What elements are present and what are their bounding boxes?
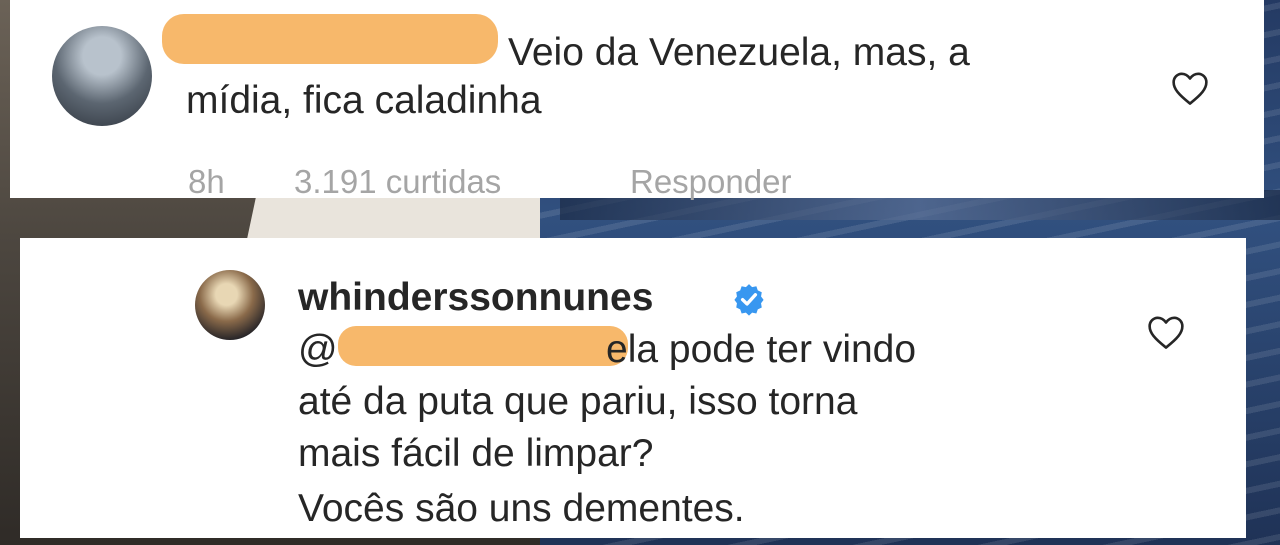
reply-text-line3: mais fácil de limpar? xyxy=(298,432,654,475)
redacted-mention xyxy=(338,326,628,366)
reply-text-line1: ela pode ter vindo xyxy=(606,328,917,371)
redacted-username xyxy=(162,14,498,64)
avatar[interactable] xyxy=(195,270,265,340)
reply-text-line2: até da puta que pariu, isso torna xyxy=(298,380,858,423)
avatar[interactable] xyxy=(52,26,152,126)
mention-prefix[interactable]: @ xyxy=(298,324,338,376)
comment-card-2: whinderssonnunes @ ela pode ter vindo at… xyxy=(20,238,1246,538)
comment-likes[interactable]: 3.191 curtidas xyxy=(294,162,501,202)
heart-icon[interactable] xyxy=(1146,314,1186,355)
reply-button[interactable]: Responder xyxy=(630,162,791,202)
verified-badge-icon xyxy=(732,282,766,321)
username[interactable]: whinderssonnunes xyxy=(298,274,653,322)
comment-card-1: Veio da Venezuela, mas, a mídia, fica ca… xyxy=(10,0,1264,200)
reply-text-line4: Vocês são uns dementes. xyxy=(298,487,745,530)
comment-text-line1: Veio da Venezuela, mas, a xyxy=(508,31,970,74)
comment-time: 8h xyxy=(188,163,225,200)
heart-icon[interactable] xyxy=(1170,70,1210,111)
comment-text-line2: mídia, fica caladinha xyxy=(186,79,542,122)
